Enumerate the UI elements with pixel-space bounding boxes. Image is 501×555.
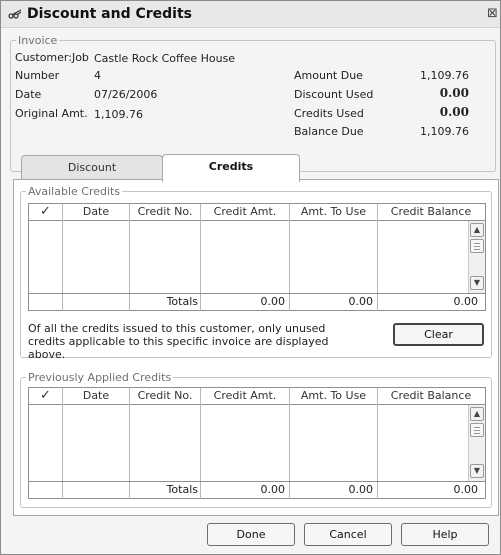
- scroll-thumb[interactable]: [470, 423, 484, 437]
- discount-and-credits-window: Discount and Credits ⊠ Invoice Customer:…: [0, 0, 501, 555]
- done-button[interactable]: Done: [207, 523, 295, 546]
- available-credits-legend: Available Credits: [26, 185, 123, 198]
- available-credits-scrollbar[interactable]: ▲ ▼: [468, 221, 485, 293]
- invoice-legend: Invoice: [16, 34, 60, 47]
- total-credit-balance: 0.00: [453, 295, 479, 308]
- col-credit-amt-header: Credit Amt.: [213, 389, 277, 402]
- cancel-button[interactable]: Cancel: [304, 523, 392, 546]
- discount-used-value: 0.00: [439, 86, 469, 100]
- close-icon[interactable]: ⊠: [487, 6, 501, 22]
- scroll-up-button[interactable]: ▲: [470, 223, 484, 237]
- customer-job-label: Customer:Job: [15, 51, 89, 64]
- col-credit-no-header: Credit No.: [137, 205, 193, 218]
- col-credit-balance-header: Credit Balance: [390, 205, 472, 218]
- totals-label: Totals: [166, 483, 198, 496]
- tab-credits[interactable]: Credits: [162, 154, 300, 182]
- balance-due-label: Balance Due: [294, 125, 364, 138]
- available-credits-totals: Totals 0.00 0.00 0.00: [29, 293, 485, 310]
- tab-discount[interactable]: Discount: [21, 155, 163, 181]
- scissors-icon: [8, 9, 22, 19]
- col-credit-balance-header: Credit Balance: [390, 389, 472, 402]
- total-credit-amt: 0.00: [260, 483, 286, 496]
- previously-applied-header: ✓ Date Credit No. Credit Amt. Amt. To Us…: [29, 388, 485, 405]
- available-credits-note: Of all the credits issued to this custom…: [28, 322, 329, 361]
- previously-applied-totals: Totals 0.00 0.00 0.00: [29, 481, 485, 498]
- number-value: 4: [94, 69, 101, 82]
- scroll-thumb[interactable]: [470, 239, 484, 253]
- available-credits-header: ✓ Date Credit No. Credit Amt. Amt. To Us…: [29, 204, 485, 221]
- col-date-header: Date: [82, 389, 110, 402]
- col-credit-no-header: Credit No.: [137, 389, 193, 402]
- balance-due-value: 1,109.76: [420, 125, 469, 138]
- previously-applied-scrollbar[interactable]: ▲ ▼: [468, 405, 485, 481]
- col-amt-to-use-header: Amt. To Use: [300, 205, 367, 218]
- date-label: Date: [15, 88, 42, 101]
- previously-applied-legend: Previously Applied Credits: [26, 371, 174, 384]
- number-label: Number: [15, 69, 60, 82]
- tab-credits-label: Credits: [208, 160, 254, 173]
- previously-applied-table[interactable]: ✓ Date Credit No. Credit Amt. Amt. To Us…: [28, 387, 486, 499]
- scroll-down-button[interactable]: ▼: [470, 276, 484, 290]
- title-bar[interactable]: Discount and Credits ⊠: [1, 1, 500, 28]
- original-amount-label: Original Amt.: [15, 107, 88, 120]
- scroll-down-button[interactable]: ▼: [470, 464, 484, 478]
- col-check-header: ✓: [40, 388, 51, 403]
- total-amt-to-use: 0.00: [348, 483, 374, 496]
- customer-job-value: Castle Rock Coffee House: [94, 52, 236, 65]
- discount-used-label: Discount Used: [294, 88, 374, 101]
- total-credit-amt: 0.00: [260, 295, 286, 308]
- col-date-header: Date: [82, 205, 110, 218]
- amount-due-value: 1,109.76: [420, 69, 469, 82]
- help-button[interactable]: Help: [401, 523, 489, 546]
- date-value: 07/26/2006: [94, 88, 158, 101]
- scroll-up-button[interactable]: ▲: [470, 407, 484, 421]
- clear-button[interactable]: Clear: [393, 323, 484, 346]
- col-check-header: ✓: [40, 204, 51, 219]
- window-title: Discount and Credits: [27, 6, 192, 22]
- original-amount-value: 1,109.76: [94, 108, 143, 121]
- totals-label: Totals: [166, 295, 198, 308]
- col-amt-to-use-header: Amt. To Use: [300, 389, 367, 402]
- total-credit-balance: 0.00: [453, 483, 479, 496]
- credits-used-value: 0.00: [439, 105, 469, 119]
- credits-used-label: Credits Used: [294, 107, 364, 120]
- col-credit-amt-header: Credit Amt.: [213, 205, 277, 218]
- available-credits-table[interactable]: ✓ Date Credit No. Credit Amt. Amt. To Us…: [28, 203, 486, 311]
- amount-due-label: Amount Due: [294, 69, 363, 82]
- total-amt-to-use: 0.00: [348, 295, 374, 308]
